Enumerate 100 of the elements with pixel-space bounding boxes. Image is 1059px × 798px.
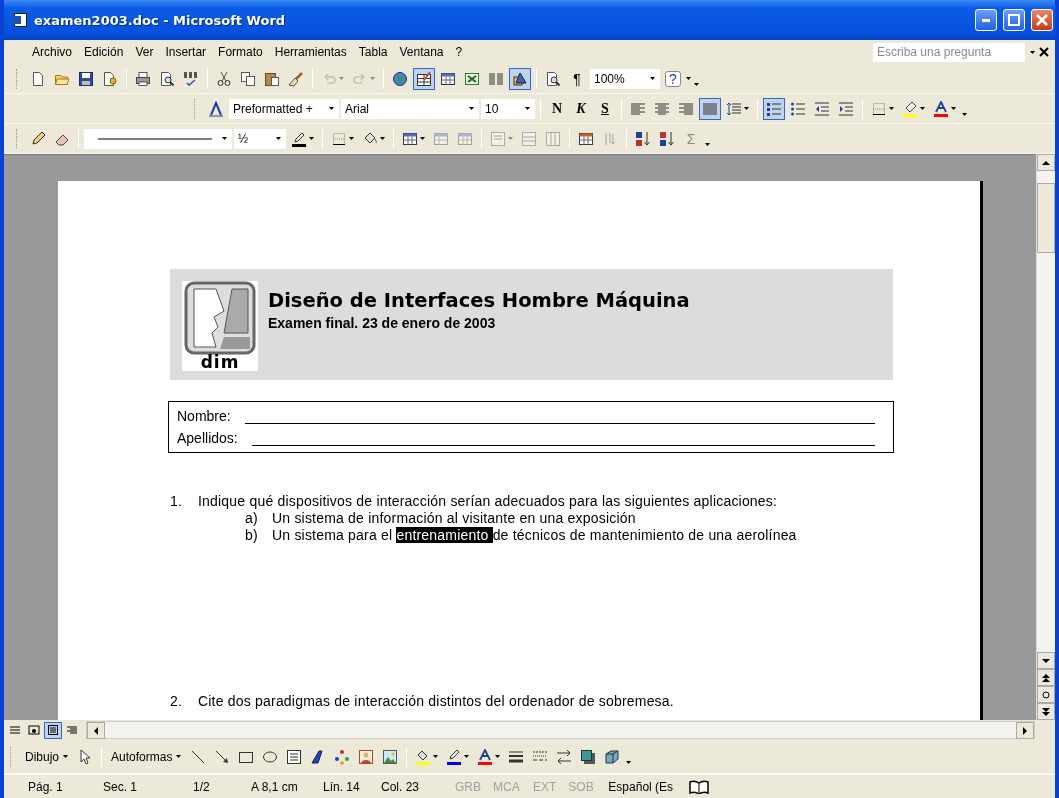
line-icon (190, 748, 207, 765)
undo-icon (321, 70, 337, 87)
toolbar-button[interactable]: N (546, 97, 568, 120)
justify-button[interactable] (699, 97, 721, 120)
document-title: Diseño de Interfaces Hombre Máquina (268, 289, 690, 312)
shapes-button[interactable] (509, 67, 531, 90)
view-button[interactable] (44, 721, 62, 739)
status-text: MCA (493, 779, 521, 794)
globe-icon (392, 70, 408, 87)
caret-icon (920, 107, 925, 110)
help-search-field[interactable]: Escriba una pregunta (873, 42, 1025, 62)
caret-icon (370, 77, 375, 80)
maximize-icon (1008, 14, 1020, 26)
dropdown-field[interactable]: 10 (481, 98, 535, 119)
columns-icon (488, 70, 504, 87)
dropdown-field[interactable]: Arial (341, 98, 479, 119)
menu-item[interactable]: Insertar (159, 43, 213, 61)
scroll-arrow-icon (1042, 158, 1050, 167)
caret-icon (744, 107, 749, 110)
pencil-icon (30, 130, 46, 147)
align-left-icon (630, 100, 646, 117)
menu-button[interactable]: Autoformas (107, 745, 186, 768)
caret-icon (951, 107, 956, 110)
menu-item[interactable]: Formato (212, 43, 269, 61)
menu-item[interactable]: Tabla (352, 43, 394, 61)
question-item-text: Un sistema de información al visitante en una exposición (272, 510, 636, 526)
circle-icon (1042, 690, 1050, 699)
table-icon (440, 70, 456, 87)
close-icon[interactable] (1039, 47, 1049, 57)
scissors-icon (216, 70, 232, 87)
scroll-arrow-icon (1021, 726, 1029, 735)
caret-icon (525, 107, 530, 110)
web-view-icon (28, 725, 40, 735)
menu-item[interactable]: Herramientas (268, 43, 353, 61)
book-icon (689, 779, 710, 794)
bullet-list-icon (790, 100, 806, 117)
spreadsheet-icon (464, 70, 480, 87)
image-icon (382, 748, 399, 765)
sort-ascending-icon (635, 130, 651, 147)
status-text: SOB (568, 779, 595, 794)
scroll-down-button[interactable] (1037, 652, 1055, 669)
dropdown-field[interactable]: 100% (590, 68, 660, 89)
scroll-up-button[interactable] (1037, 154, 1055, 171)
minimize-button[interactable] (975, 9, 997, 31)
toolbar-button[interactable]: ¶ (566, 67, 588, 90)
maximize-button[interactable] (1003, 9, 1025, 31)
sort-descending-icon (659, 130, 675, 147)
status-text: Col. 23 (381, 779, 421, 794)
previous-page-button[interactable] (1037, 669, 1055, 686)
horizontal-scrollbar[interactable] (86, 721, 1035, 739)
spelling-icon (183, 70, 199, 87)
menu-item[interactable]: Archivo (26, 43, 78, 61)
status-text: Sec. 1 (103, 779, 139, 794)
caret-icon (339, 77, 344, 80)
line-style-icon (98, 136, 212, 141)
caret-icon (222, 137, 227, 140)
caret-icon (420, 137, 425, 140)
close-button[interactable] (1031, 9, 1053, 31)
toolbar-button[interactable]: K (570, 97, 592, 120)
font-color-icon (477, 748, 494, 765)
menu-item[interactable]: Ver (129, 43, 160, 61)
arrow-style-icon (556, 748, 573, 765)
status-text: GRB (455, 779, 481, 794)
dropdown-field[interactable]: ½ (234, 128, 286, 149)
caret-icon (309, 137, 314, 140)
numbered-list-button[interactable] (763, 97, 785, 120)
menu-item[interactable]: Ventana (393, 43, 450, 61)
menu-item[interactable]: ? (449, 43, 469, 61)
print-view-icon (47, 725, 59, 735)
question-text: Cite dos paradigmas de interacción distintos del ordenador de sobremesa. (198, 693, 674, 709)
double-down-icon (1042, 707, 1050, 716)
numbered-list-icon (766, 100, 782, 117)
item-letter: a) (245, 510, 259, 526)
caret-icon (433, 755, 439, 758)
caret-icon (464, 755, 470, 758)
next-page-button[interactable] (1037, 703, 1055, 720)
text-direction-icon (602, 130, 618, 147)
caret-icon (1029, 50, 1035, 54)
scroll-arrow-icon (92, 726, 100, 735)
distribute-rows-icon (521, 130, 537, 147)
menu-button[interactable]: Dibujo (21, 745, 73, 768)
browse-object-button[interactable] (1037, 686, 1055, 703)
status-text: Pág. 1 (28, 779, 64, 794)
scroll-thumb[interactable] (1037, 183, 1055, 253)
scroll-right-button[interactable] (1016, 722, 1034, 739)
caret-icon (329, 107, 334, 110)
table-icon (402, 130, 418, 147)
toolbar-button[interactable]: S (594, 97, 616, 120)
caret-icon (469, 107, 474, 110)
field-label: Nombre: (177, 408, 231, 424)
split-cells-icon (457, 130, 473, 147)
menu-item[interactable]: Edición (78, 43, 130, 61)
scroll-left-button[interactable] (87, 722, 105, 739)
dropdown-field[interactable]: Preformatted + (229, 98, 339, 119)
font-color-icon (933, 100, 949, 117)
printer-icon (135, 70, 151, 87)
dropdown-field[interactable] (84, 128, 232, 149)
table-pencil-button[interactable] (413, 67, 435, 90)
caret-icon (63, 755, 69, 758)
outdent-icon (814, 100, 830, 117)
